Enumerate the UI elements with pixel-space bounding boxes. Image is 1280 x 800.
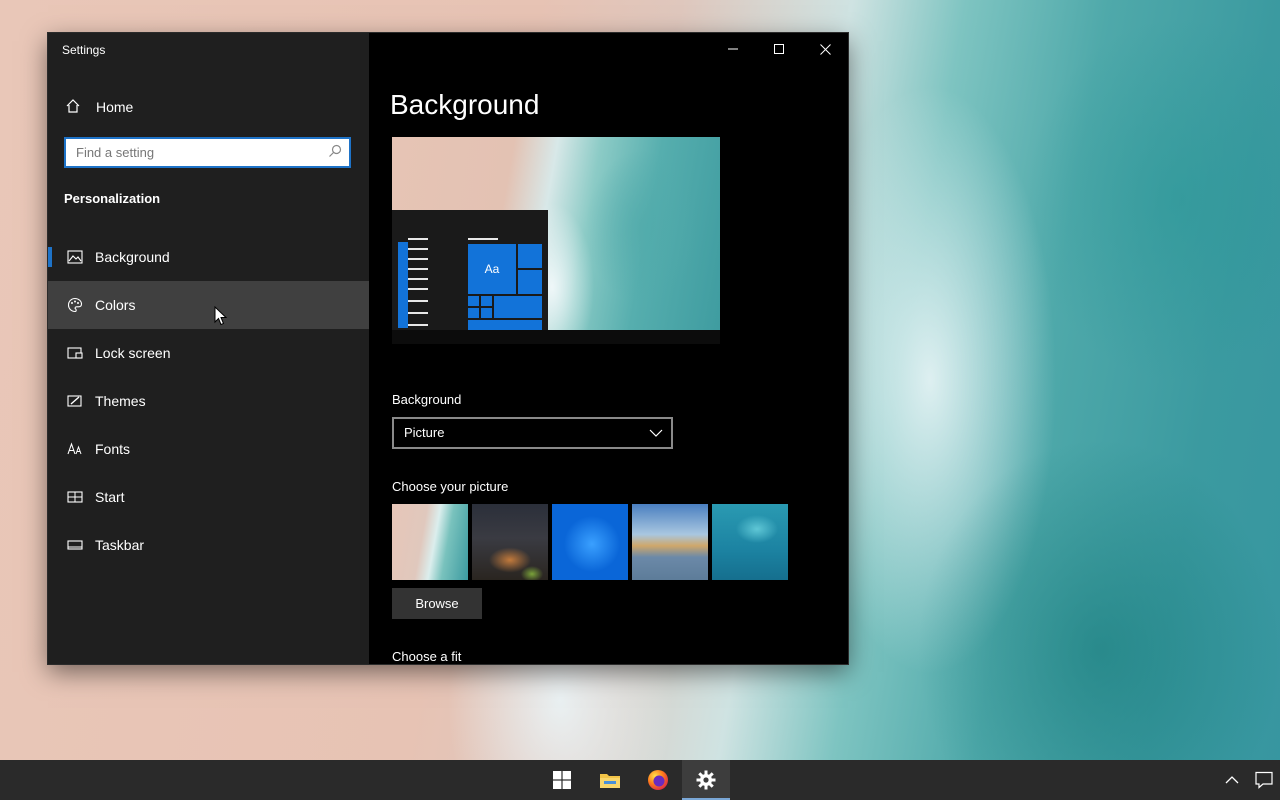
taskbar-pinned [538,760,730,800]
firefox-button[interactable] [634,760,682,800]
sidebar-item-start[interactable]: Start [48,473,369,521]
action-center-icon [1255,771,1273,789]
browse-button[interactable]: Browse [392,588,482,619]
content-pane: Background Aa Background Picture Choose … [369,33,848,664]
sidebar-item-taskbar[interactable]: Taskbar [48,521,369,569]
background-dropdown[interactable]: Picture [392,417,673,449]
minimize-button[interactable] [710,33,756,65]
picture-thumbnail[interactable] [392,504,468,580]
sidebar-item-label: Fonts [95,441,131,457]
background-label: Background [392,392,462,407]
sidebar-item-label: Themes [95,393,146,409]
chevron-down-icon [649,429,663,437]
system-tray [1216,760,1280,800]
mouse-cursor-icon [214,306,228,326]
settings-taskbar-button[interactable] [682,760,730,800]
background-dropdown-value: Picture [404,425,445,440]
firefox-icon [648,770,668,790]
sidebar-item-colors[interactable]: Colors [48,281,369,329]
settings-gear-icon [696,770,716,790]
chevron-up-icon [1225,776,1239,784]
choose-picture-label: Choose your picture [392,479,509,494]
selection-indicator [48,247,52,267]
close-icon [819,43,831,55]
minimize-icon [728,48,738,50]
search-placeholder: Find a setting [76,145,155,160]
home-label: Home [96,99,134,115]
picture-thumbnails [392,504,788,580]
action-center-button[interactable] [1248,760,1280,800]
search-icon [328,144,342,161]
sidebar-item-label: Start [95,489,125,505]
picture-thumbnail[interactable] [472,504,548,580]
fonts-icon [64,442,86,456]
taskbar [0,760,1280,800]
sidebar-item-lock-screen[interactable]: Lock screen [48,329,369,377]
lock-screen-icon [64,346,86,360]
preview-tile-text: Aa [484,262,500,276]
themes-icon [64,394,86,408]
home-icon [65,98,87,117]
maximize-button[interactable] [756,33,802,65]
sidebar-item-themes[interactable]: Themes [48,377,369,425]
app-title: Settings [62,43,106,57]
preview-start-menu: Aa [392,210,548,330]
picture-thumbnail[interactable] [632,504,708,580]
taskbar-icon [64,538,86,552]
page-title: Background [390,89,540,120]
palette-icon [64,297,86,313]
home-link[interactable]: Home [48,91,369,123]
sidebar-item-label: Taskbar [95,537,145,553]
sidebar: Settings Home Find a setting Personaliza… [48,33,369,664]
sidebar-item-fonts[interactable]: Fonts [48,425,369,473]
choose-fit-label: Choose a fit [392,649,462,664]
start-button[interactable] [538,760,586,800]
file-explorer-button[interactable] [586,760,634,800]
start-icon [64,490,86,504]
window-controls [710,33,848,65]
sidebar-nav: Background Colors Lock screen Themes Fon… [48,233,369,569]
show-hidden-icons-button[interactable] [1216,760,1248,800]
settings-window: Settings Home Find a setting Personaliza… [48,33,848,664]
windows-start-icon [553,771,571,789]
search-input[interactable]: Find a setting [64,137,351,168]
background-preview: Aa [392,137,720,344]
background-icon [64,250,86,264]
sidebar-item-label: Lock screen [95,345,171,361]
sidebar-item-label: Colors [95,297,136,313]
sidebar-item-label: Background [95,249,170,265]
picture-thumbnail[interactable] [712,504,788,580]
sidebar-item-background[interactable]: Background [48,233,369,281]
maximize-icon [774,44,784,54]
close-button[interactable] [802,33,848,65]
section-title: Personalization [64,191,161,206]
file-explorer-icon [600,774,620,788]
picture-thumbnail[interactable] [552,504,628,580]
